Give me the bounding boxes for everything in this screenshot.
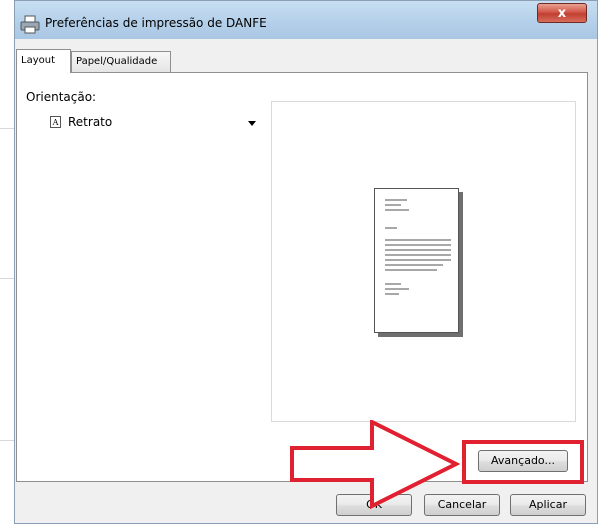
orientation-selected-value: Retrato [68,115,113,129]
close-icon: x [557,6,567,21]
annotation-arrow-icon [290,420,460,510]
portrait-page-icon: A [50,116,61,128]
title-bar[interactable]: Preferências de impressão de DANFE x [15,1,597,39]
orientation-select[interactable]: A Retrato [44,112,262,134]
tab-papel-qualidade[interactable]: Papel/Qualidade [71,51,171,72]
orientation-label: Orientação: [26,90,97,104]
page-preview-document-icon [374,188,459,333]
apply-button[interactable]: Aplicar [510,494,586,516]
tab-layout[interactable]: Layout [16,49,71,73]
printer-icon [20,15,40,34]
chevron-down-icon [248,121,256,126]
window-title: Preferências de impressão de DANFE [45,16,267,30]
close-button[interactable]: x [537,3,587,23]
annotation-highlight-box [462,440,584,484]
